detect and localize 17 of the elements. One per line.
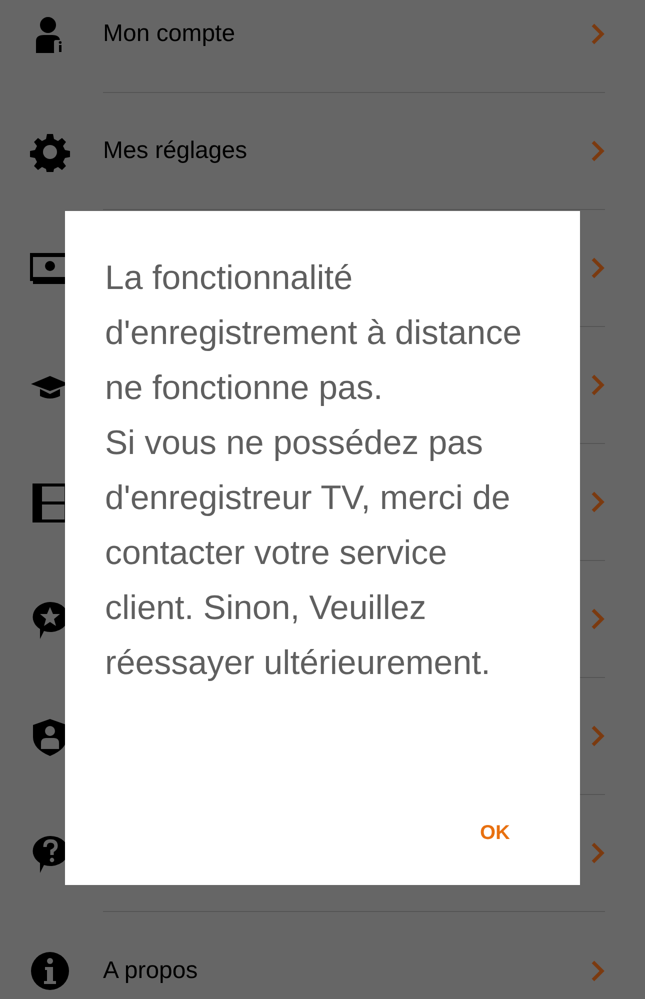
- chevron-right-icon[interactable]: [591, 491, 605, 513]
- chevron-right-icon[interactable]: [591, 842, 605, 864]
- chevron-right-icon[interactable]: [591, 23, 605, 45]
- chevron-right-icon[interactable]: [591, 140, 605, 162]
- chevron-right-icon[interactable]: [591, 257, 605, 279]
- dialog-message: Si vous ne possédez pas d'enregistreur TV, merci de contacter votre service client. Sinon, Veuillez réessayer ultérieurement.: [105, 423, 512, 684]
- ok-button[interactable]: OK: [480, 822, 510, 845]
- chevron-right-icon[interactable]: [591, 374, 605, 396]
- info-icon: [30, 950, 70, 990]
- chevron-right-icon[interactable]: [591, 725, 605, 747]
- menu-item-label[interactable]: Mon compte: [103, 20, 236, 48]
- menu-item-label[interactable]: Mes réglages: [103, 137, 248, 165]
- chevron-right-icon[interactable]: [591, 960, 605, 982]
- settings-icon: [30, 132, 70, 172]
- menu-item-label[interactable]: A propos: [103, 956, 198, 984]
- chevron-right-icon[interactable]: [591, 608, 605, 630]
- dialog-message: La fonctionnalité d'enregistrement à distance ne fonctionne pas.: [105, 258, 523, 409]
